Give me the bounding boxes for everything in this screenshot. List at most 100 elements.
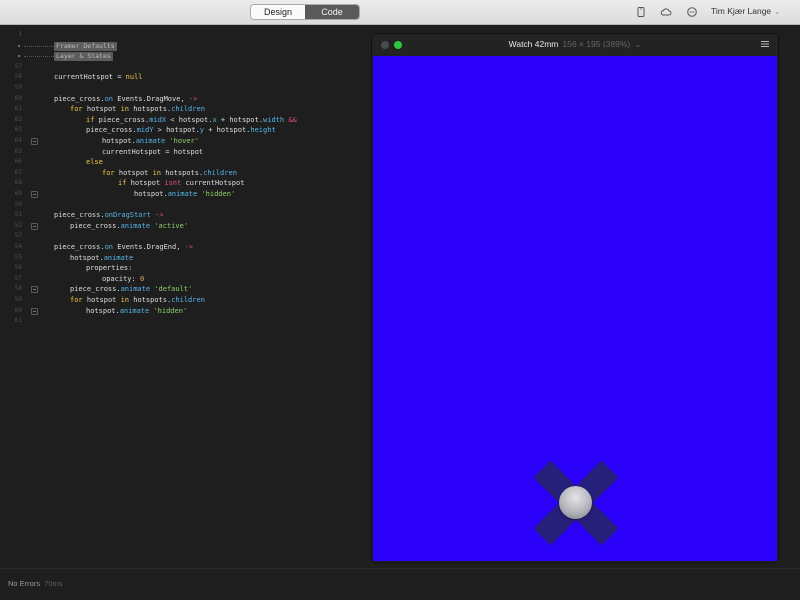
device-selector[interactable]: Watch 42mm 156 × 195 (389%) ⌄: [372, 39, 778, 50]
code-token: piece_cross.: [54, 211, 105, 220]
device-icon[interactable]: [635, 6, 647, 18]
code-token: 'hidden': [153, 306, 188, 315]
code-token: ->: [155, 211, 164, 220]
code-line[interactable]: 58 piece_cross.animate 'default': [0, 284, 372, 295]
code-line[interactable]: 68 if hotspot isnt currentHotspot: [0, 178, 372, 189]
chevron-down-icon: ⌄: [634, 39, 642, 49]
fold-guide: [24, 56, 54, 58]
code-line[interactable]: 62 if piece_cross.midX < hotspot.x + hots…: [0, 115, 372, 126]
code-line[interactable]: Framer Defaults: [0, 41, 372, 52]
line-number: 66: [14, 158, 22, 166]
preview-window: Watch 42mm 156 × 195 (389%) ⌄: [372, 34, 778, 562]
code-token: 'hover': [169, 137, 199, 145]
code-token: piece_cross.: [70, 221, 121, 230]
code-line[interactable]: 1: [0, 30, 372, 41]
code-line[interactable]: 60 piece_cross.on Events.DragMove, ->: [0, 94, 372, 105]
status-bar: No Errors 70ms: [0, 568, 800, 600]
code-token: else: [86, 158, 103, 167]
code-text: else: [86, 157, 103, 168]
code-token: in: [120, 105, 130, 114]
line-number: 64: [14, 137, 22, 144]
tab-code[interactable]: Code: [305, 5, 359, 19]
code-line[interactable]: 56 properties:: [0, 263, 372, 274]
code-text: piece_cross.on Events.DragEnd, ->: [54, 242, 193, 253]
folded-region-tag[interactable]: Framer Defaults: [54, 41, 117, 51]
fold-marker-icon[interactable]: [18, 44, 20, 47]
code-token: children: [171, 105, 205, 114]
fold-toggle-icon[interactable]: [31, 307, 38, 315]
code-line[interactable]: 63 piece_cross.midY > hotspot.y + hotspot…: [0, 125, 372, 136]
fold-marker-icon[interactable]: [18, 55, 20, 58]
code-token: 0: [139, 274, 145, 283]
code-token: 'hidden': [201, 190, 236, 198]
line-number: 63: [14, 126, 22, 134]
fold-guide: [24, 45, 54, 47]
code-token: currentHotspot = hotspot: [102, 147, 204, 156]
code-token: animate: [119, 306, 150, 315]
user-name: Tim Kjær Lange: [711, 6, 772, 16]
code-token: hotspot: [126, 179, 165, 188]
code-line[interactable]: 51 piece_cross.onDragStart ->: [0, 210, 372, 221]
code-token: opacity:: [102, 274, 140, 283]
tab-design[interactable]: Design: [251, 5, 305, 19]
fold-toggle-icon[interactable]: [31, 191, 38, 198]
view-mode-switch[interactable]: Design Code: [250, 4, 360, 20]
code-line[interactable]: 58 currentHotspot = null: [0, 72, 372, 83]
code-line[interactable]: 61 for hotspot in hotspots.children: [0, 104, 372, 115]
code-line[interactable]: 60 hotspot.animate 'hidden': [0, 306, 372, 317]
line-number: 58: [14, 73, 22, 81]
code-token: for: [70, 105, 83, 114]
line-number: 53: [14, 232, 22, 240]
code-line[interactable]: 52 piece_cross.animate 'active': [0, 221, 372, 232]
code-token: Events.DragMove,: [113, 94, 189, 103]
code-line[interactable]: Layer & States: [0, 51, 372, 62]
code-line[interactable]: 50: [0, 200, 372, 211]
code-line[interactable]: 67 for hotspot in hotspots.children: [0, 168, 372, 179]
code-token: hotspot: [82, 296, 121, 304]
code-line[interactable]: 57: [0, 62, 372, 73]
code-line[interactable]: 54 piece_cross.on Events.DragEnd, ->: [0, 242, 372, 253]
line-number: 65: [14, 147, 22, 155]
hotspot-ball[interactable]: [559, 486, 592, 519]
code-line[interactable]: 66 else: [0, 157, 372, 168]
line-number: 52: [14, 221, 22, 229]
line-number: 61: [14, 317, 22, 325]
fold-toggle-icon[interactable]: [31, 222, 38, 230]
code-line[interactable]: 55 hotspot.animate: [0, 253, 372, 264]
code-token: Events.DragEnd,: [113, 243, 185, 251]
code-token: on: [104, 94, 114, 103]
folded-region-tag[interactable]: Layer & States: [54, 52, 113, 62]
line-number: 58: [14, 285, 22, 293]
code-token: ->: [184, 243, 194, 251]
code-editor[interactable]: 1 Framer Defaults Layer & States 57 58 curren…: [0, 25, 372, 570]
code-token: animate: [135, 137, 166, 145]
code-line[interactable]: 59: [0, 83, 372, 94]
code-token: animate: [167, 190, 198, 198]
code-line[interactable]: 53: [0, 231, 372, 242]
code-token: height: [250, 126, 276, 135]
line-number: 57: [14, 62, 22, 70]
code-line[interactable]: 65 currentHotspot = hotspot: [0, 147, 372, 158]
line-number: 61: [14, 105, 22, 113]
code-text: for hotspot in hotspots.children: [102, 168, 237, 179]
code-line[interactable]: 59 for hotspot in hotspots.children: [0, 295, 372, 306]
code-token: null: [125, 73, 143, 82]
code-token: for: [102, 168, 115, 177]
code-token: 'default': [154, 285, 193, 294]
code-line[interactable]: 57 opacity: 0: [0, 274, 372, 285]
code-line[interactable]: 69 hotspot.animate 'hidden': [0, 189, 372, 200]
code-token: hotspot: [82, 105, 121, 114]
cloud-icon[interactable]: [660, 6, 672, 18]
fold-toggle-icon[interactable]: [31, 138, 38, 145]
line-number: 60: [14, 306, 22, 314]
code-text: opacity: 0: [102, 274, 144, 285]
code-line[interactable]: 64 hotspot.animate 'hover': [0, 136, 372, 147]
code-token: + hotspot.: [216, 115, 264, 124]
line-number: 59: [14, 84, 22, 91]
code-line[interactable]: 61: [0, 316, 372, 327]
user-menu[interactable]: Tim Kjær Lange ⌄: [711, 6, 780, 16]
code-text: hotspot.animate 'hidden': [86, 306, 187, 317]
fold-toggle-icon[interactable]: [31, 286, 38, 294]
chat-icon[interactable]: [686, 6, 698, 18]
hamburger-menu-icon[interactable]: [761, 40, 769, 48]
